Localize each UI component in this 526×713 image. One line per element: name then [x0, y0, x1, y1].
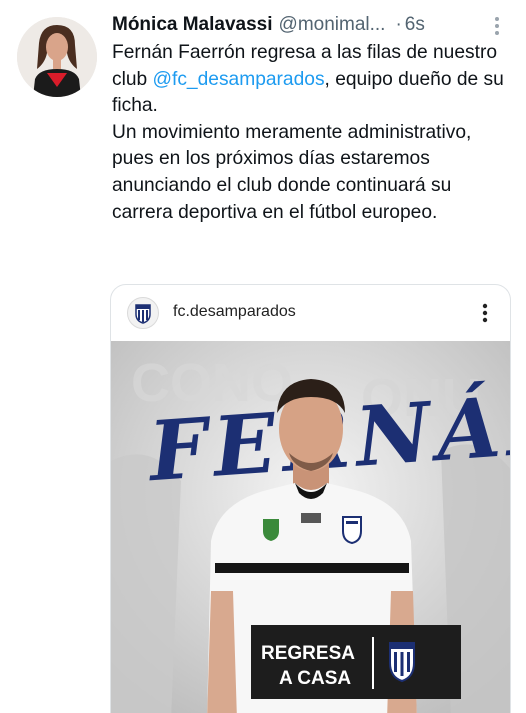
timestamp[interactable]: 6s	[405, 14, 425, 36]
poster-graphic: CONO ONU FERNÁN	[111, 341, 510, 713]
card-header: fc.desamparados	[111, 285, 510, 341]
instagram-embed-card[interactable]: fc.desamparados CONO ONU REGRESA A CASA	[110, 284, 511, 713]
tweet: Mónica Malavassi @monimal... · 6s Fernán…	[0, 0, 526, 713]
poster-banner-line-1: REGRESA	[261, 643, 355, 664]
display-name[interactable]: Mónica Malavassi	[112, 14, 273, 36]
club-crest-icon[interactable]	[127, 297, 159, 329]
tweet-header: Mónica Malavassi @monimal... · 6s	[112, 12, 512, 38]
card-username[interactable]: fc.desamparados	[173, 303, 296, 321]
tweet-text: Fernán Faerrón regresa a las filas de nu…	[112, 40, 512, 226]
user-handle[interactable]: @monimal...	[279, 14, 386, 36]
tweet-paragraph-2: Un movimiento meramente administrativo, …	[112, 121, 472, 223]
avatar[interactable]	[17, 17, 97, 97]
more-options-icon[interactable]	[486, 14, 508, 38]
poster-image[interactable]: CONO ONU FERNÁN	[111, 341, 510, 713]
separator-dot: ·	[395, 14, 402, 35]
poster-banner-line-2: A CASA	[279, 668, 351, 689]
tweet-paragraph-1: Fernán Faerrón regresa a las filas de nu…	[112, 40, 512, 120]
avatar-photo	[17, 17, 97, 97]
more-vertical-icon[interactable]	[479, 301, 491, 325]
mention-link[interactable]: @fc_desamparados	[153, 69, 325, 90]
